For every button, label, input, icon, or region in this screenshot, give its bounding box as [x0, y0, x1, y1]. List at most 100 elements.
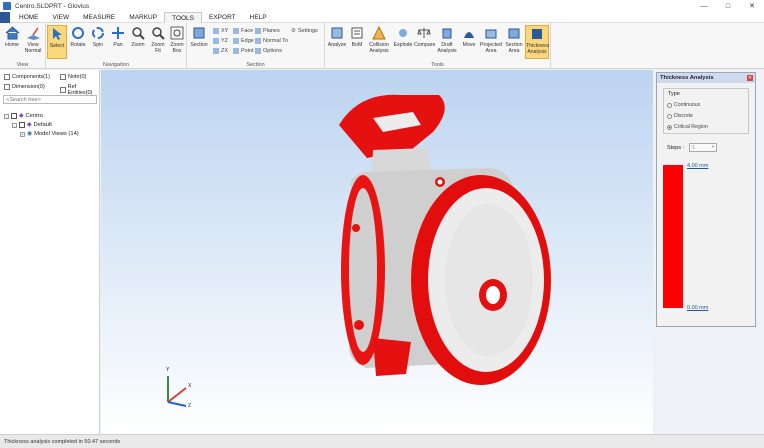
checkbox[interactable] — [60, 87, 66, 93]
bom-button[interactable]: BoM — [347, 25, 367, 59]
explode-button[interactable]: Explode — [393, 25, 413, 59]
expand-icon[interactable]: + — [20, 131, 25, 137]
axis-z-label: Z — [188, 403, 192, 409]
menu-home[interactable]: HOME — [12, 12, 46, 23]
view-normal-button[interactable]: View Normal — [23, 25, 43, 59]
menu-bar: HOME VIEW MEASURE MARKUP TOOLS EXPORT HE… — [0, 11, 764, 23]
zoom-fit-button[interactable]: Zoom Fit — [148, 25, 168, 59]
edge-button[interactable]: Edge — [233, 37, 254, 45]
views-icon: ◉ — [27, 131, 33, 137]
note-filter[interactable]: Note(0) — [60, 74, 86, 80]
projected-area-button[interactable]: Projected Area — [480, 25, 502, 59]
view-group: Home View Normal View — [0, 23, 46, 69]
settings-button[interactable]: ⚙ Settings — [291, 27, 318, 35]
continuous-radio[interactable]: Continuous — [667, 102, 700, 108]
tree-item-model-views[interactable]: + ◉ Model Views (14) — [20, 131, 79, 137]
draft-icon — [439, 25, 455, 41]
checkbox[interactable] — [19, 122, 25, 128]
ribbon: Home View Normal View Select Rotate Spin… — [0, 23, 764, 69]
discrete-radio[interactable]: Discrete — [667, 113, 693, 119]
rotate-button[interactable]: Rotate — [68, 25, 88, 59]
planes-icon — [255, 28, 261, 34]
face-icon — [233, 28, 239, 34]
steps-label: Steps : — [667, 145, 685, 151]
yz-plane-button[interactable]: YZ — [213, 37, 228, 45]
part-icon: ◆ — [19, 113, 24, 119]
plane-icon — [213, 38, 219, 44]
3d-viewport[interactable]: Y X Z — [101, 70, 653, 434]
plane-icon — [213, 48, 219, 54]
options-button[interactable]: Options — [255, 47, 282, 55]
compare-button[interactable]: Compare — [414, 25, 435, 59]
scale-icon — [416, 25, 432, 41]
window-title: Centro.SLDPRT - Glovius — [15, 2, 90, 10]
zoom-box-button[interactable]: Zoom Box — [167, 25, 187, 59]
tools-group: Analyze BoM Collision Analysis Explode C… — [325, 23, 551, 69]
menu-measure[interactable]: MEASURE — [76, 12, 122, 23]
projected-area-icon — [483, 25, 499, 41]
max-thickness-label: 4.00 mm — [687, 163, 709, 169]
close-icon[interactable]: ✕ — [747, 75, 753, 81]
collapse-icon[interactable]: - — [12, 122, 17, 128]
radio-icon[interactable] — [667, 124, 672, 130]
point-button[interactable]: Point — [233, 47, 254, 55]
section-area-button[interactable]: Section Area — [503, 25, 525, 59]
checkbox[interactable] — [4, 74, 10, 80]
menu-export[interactable]: EXPORT — [202, 12, 243, 23]
tree-item-centro[interactable]: - ◆ Centro — [4, 113, 43, 119]
plane-icon — [213, 28, 219, 34]
status-text: Thickness analysis completed in 50.47 se… — [4, 439, 121, 445]
pan-button[interactable]: Pan — [108, 25, 128, 59]
menu-view[interactable]: VIEW — [46, 12, 77, 23]
normal-to-icon — [255, 38, 261, 44]
checkbox[interactable] — [11, 113, 17, 119]
menu-markup[interactable]: MARKUP — [122, 12, 164, 23]
axis-x-label: X — [188, 383, 192, 389]
steps-input[interactable]: 1 ▼ — [689, 143, 717, 152]
draft-analysis-button[interactable]: Draft Analysis — [437, 25, 457, 59]
options-icon — [255, 48, 261, 54]
collision-analysis-button[interactable]: Collision Analysis — [368, 25, 390, 59]
select-button[interactable]: Select — [47, 25, 67, 59]
search-tree-input[interactable]: <Search tree> — [3, 95, 97, 104]
menu-help[interactable]: HELP — [243, 12, 274, 23]
model-tree-panel: Components(1) Note(0) Dimension(0) Ref E… — [0, 70, 100, 434]
radio-icon[interactable] — [667, 113, 672, 119]
checkbox[interactable] — [4, 84, 10, 90]
menu-tools[interactable]: TOOLS — [164, 11, 203, 23]
edge-icon — [233, 38, 239, 44]
move-icon — [461, 25, 477, 41]
dimension-filter[interactable]: Dimension(0) — [4, 84, 45, 90]
home-button[interactable]: Home — [2, 25, 22, 59]
cursor-icon — [49, 26, 65, 42]
analyze-button[interactable]: Analyze — [327, 25, 347, 59]
file-menu-icon[interactable] — [0, 11, 10, 23]
planes-button[interactable]: Planes — [255, 27, 280, 35]
zoom-icon — [130, 25, 146, 41]
minimize-icon[interactable]: — — [692, 0, 716, 12]
chevron-down-icon[interactable]: ▼ — [711, 144, 715, 149]
checkbox[interactable] — [60, 74, 66, 80]
normal-to-button[interactable]: Normal To — [255, 37, 288, 45]
maximize-icon[interactable]: □ — [716, 0, 740, 12]
status-bar: Thickness analysis completed in 50.47 se… — [0, 434, 764, 448]
zoom-box-icon — [169, 25, 185, 41]
move-button[interactable]: Move — [459, 25, 479, 59]
collapse-icon[interactable]: - — [4, 113, 9, 119]
radio-icon[interactable] — [667, 102, 672, 108]
spin-button[interactable]: Spin — [88, 25, 108, 59]
zx-plane-button[interactable]: ZX — [213, 47, 228, 55]
thickness-analysis-button[interactable]: Thickness Analysis — [525, 25, 549, 59]
zoom-button[interactable]: Zoom — [128, 25, 148, 59]
components-filter[interactable]: Components(1) — [4, 74, 50, 80]
analyze-icon — [329, 25, 345, 41]
critical-region-radio[interactable]: Critical Region — [667, 124, 708, 130]
collision-icon — [371, 25, 387, 41]
tree-item-default[interactable]: - ◆ Default — [12, 122, 52, 128]
title-bar: Centro.SLDPRT - Glovius — □ ✕ — [0, 0, 764, 12]
xy-plane-button[interactable]: XY — [213, 27, 228, 35]
section-button[interactable]: Section — [189, 25, 209, 59]
close-icon[interactable]: ✕ — [740, 0, 764, 12]
bom-icon — [349, 25, 365, 41]
face-button[interactable]: Face — [233, 27, 253, 35]
